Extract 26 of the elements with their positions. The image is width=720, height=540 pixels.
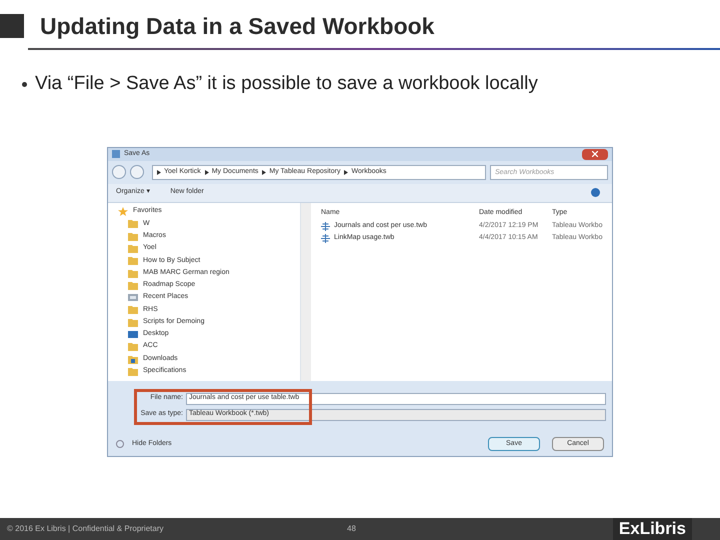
desktop-icon (128, 330, 138, 339)
slide-title: Updating Data in a Saved Workbook (40, 12, 434, 41)
folder-icon (128, 366, 138, 376)
title-marker (0, 14, 24, 38)
dialog-icon (112, 150, 120, 158)
help-icon[interactable] (591, 188, 600, 197)
page-number: 48 (347, 523, 356, 535)
workbook-file-icon (321, 234, 330, 243)
scrollbar[interactable] (301, 202, 311, 380)
star-icon (118, 207, 128, 216)
logo: ExLibris (612, 518, 692, 540)
chevron-icon (157, 170, 161, 174)
workbook-file-icon (321, 222, 330, 231)
bullet-text: Via “File > Save As” it is possible to save a workbook locally (35, 72, 538, 96)
recent-places-icon (128, 293, 138, 302)
chevron-icon (204, 170, 209, 174)
download-folder-icon (128, 354, 138, 364)
close-icon (592, 151, 598, 157)
forward-icon[interactable] (130, 165, 144, 179)
chevron-icon (262, 170, 266, 174)
copyright-text: © 2016 Ex Libris | Confidential & Proprietary (7, 523, 164, 535)
collapse-icon[interactable] (116, 440, 124, 448)
folder-icon (128, 342, 138, 352)
close-button[interactable] (582, 148, 608, 160)
back-icon[interactable] (112, 165, 126, 179)
chevron-icon (344, 170, 348, 174)
